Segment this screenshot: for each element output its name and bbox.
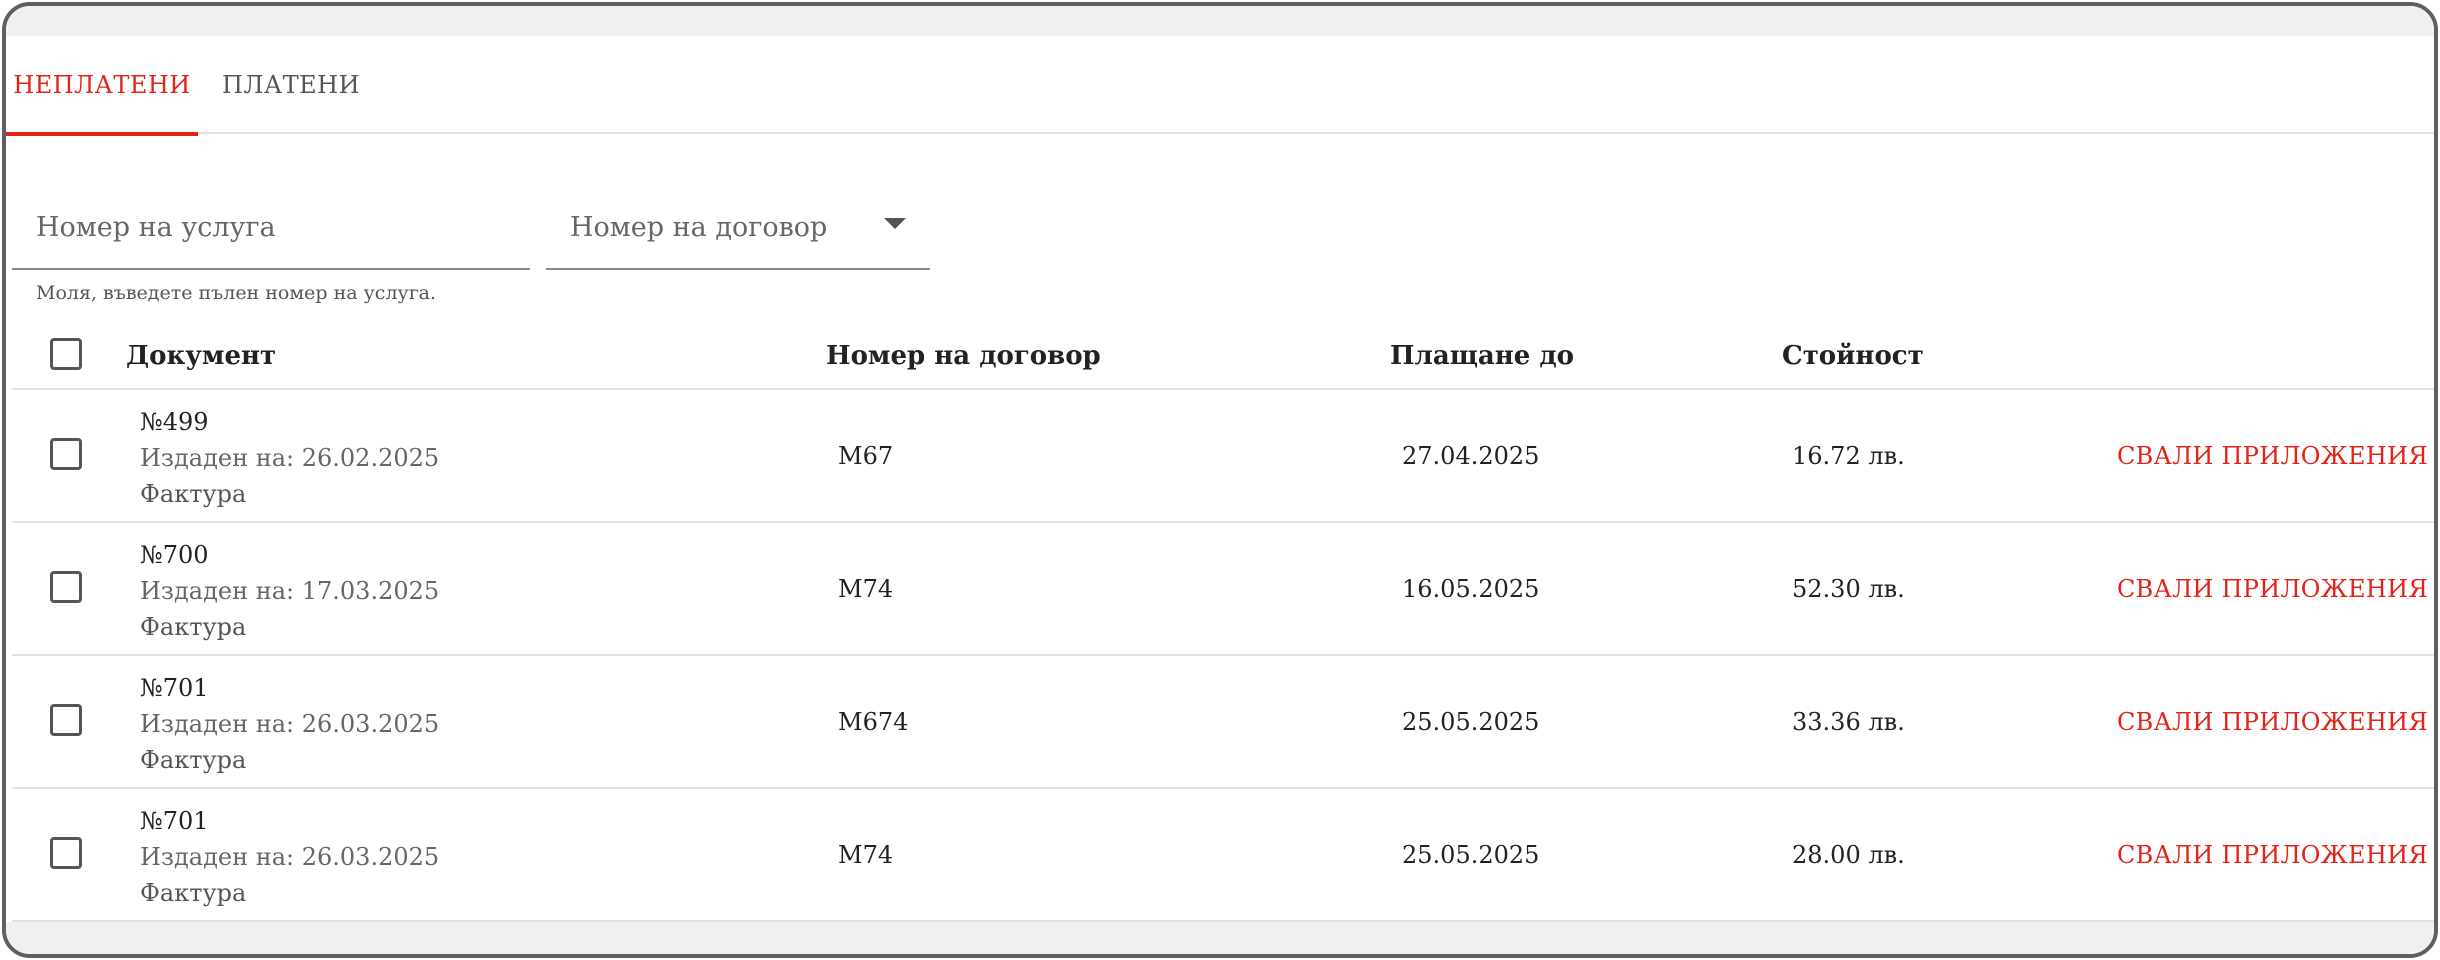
tab-bar: НЕПЛАТЕНИ ПЛАТЕНИ	[6, 36, 2434, 136]
top-band	[6, 6, 2434, 36]
table-row: №499 Издаден на: 26.02.2025 Фактура M67 …	[12, 390, 2434, 523]
amount-cell: 28.00 лв.	[1792, 840, 1905, 869]
contract-cell: M67	[838, 441, 894, 470]
document-number: №499	[140, 408, 209, 436]
document-cell: №701 Издаден на: 26.03.2025 Фактура	[140, 803, 439, 911]
due-date-cell: 16.05.2025	[1402, 574, 1540, 603]
row-checkbox[interactable]	[50, 571, 82, 603]
document-issued-date: Издаден на: 26.02.2025	[140, 444, 440, 472]
document-type: Фактура	[140, 746, 247, 774]
service-number-input[interactable]: Номер на услуга	[12, 186, 530, 270]
service-number-hint: Моля, въведете пълен номер на услуга.	[36, 282, 437, 304]
document-issued-date: Издаден на: 17.03.2025	[140, 577, 440, 605]
contract-cell: M674	[838, 707, 909, 736]
tab-paid[interactable]: ПЛАТЕНИ	[216, 36, 366, 134]
document-type: Фактура	[140, 613, 247, 641]
app-frame: НЕПЛАТЕНИ ПЛАТЕНИ Номер на услуга Моля, …	[2, 2, 2438, 958]
service-number-placeholder: Номер на услуга	[36, 211, 276, 243]
amount-cell: 16.72 лв.	[1792, 441, 1905, 470]
bottom-band	[6, 922, 2434, 954]
table-row: №701 Издаден на: 26.03.2025 Фактура M674…	[12, 656, 2434, 789]
contract-cell: M74	[838, 574, 894, 603]
header-contract: Номер на договор	[826, 341, 1101, 371]
download-attachments-button[interactable]: СВАЛИ ПРИЛОЖЕНИЯ	[2117, 523, 2428, 654]
tab-unpaid[interactable]: НЕПЛАТЕНИ	[6, 36, 198, 136]
row-checkbox[interactable]	[50, 837, 82, 869]
dropdown-caret-icon	[884, 218, 906, 229]
document-number: №701	[140, 674, 209, 702]
row-checkbox[interactable]	[50, 704, 82, 736]
header-document: Документ	[126, 341, 277, 371]
row-checkbox[interactable]	[50, 438, 82, 470]
due-date-cell: 25.05.2025	[1402, 707, 1540, 736]
download-attachments-button[interactable]: СВАЛИ ПРИЛОЖЕНИЯ	[2117, 656, 2428, 787]
document-number: №700	[140, 541, 209, 569]
table-row: №700 Издаден на: 17.03.2025 Фактура M74 …	[12, 523, 2434, 656]
document-cell: №700 Издаден на: 17.03.2025 Фактура	[140, 537, 439, 645]
contract-number-placeholder: Номер на договор	[570, 211, 828, 243]
amount-cell: 52.30 лв.	[1792, 574, 1905, 603]
contract-cell: M74	[838, 840, 894, 869]
contract-number-select[interactable]: Номер на договор	[546, 186, 930, 270]
document-type: Фактура	[140, 480, 247, 508]
document-issued-date: Издаден на: 26.03.2025	[140, 843, 440, 871]
document-issued-date: Издаден на: 26.03.2025	[140, 710, 440, 738]
header-due-date: Плащане до	[1390, 341, 1575, 371]
table-row: №701 Издаден на: 26.03.2025 Фактура M74 …	[12, 789, 2434, 922]
select-all-checkbox[interactable]	[50, 338, 82, 370]
document-cell: №499 Издаден на: 26.02.2025 Фактура	[140, 404, 439, 512]
document-number: №701	[140, 807, 209, 835]
download-attachments-button[interactable]: СВАЛИ ПРИЛОЖЕНИЯ	[2117, 390, 2428, 521]
document-cell: №701 Издаден на: 26.03.2025 Фактура	[140, 670, 439, 778]
due-date-cell: 25.05.2025	[1402, 840, 1540, 869]
download-attachments-button[interactable]: СВАЛИ ПРИЛОЖЕНИЯ	[2117, 789, 2428, 920]
due-date-cell: 27.04.2025	[1402, 441, 1540, 470]
table-header: Документ Номер на договор Плащане до Сто…	[12, 324, 2434, 390]
amount-cell: 33.36 лв.	[1792, 707, 1905, 736]
document-type: Фактура	[140, 879, 247, 907]
header-amount: Стойност	[1782, 341, 1924, 371]
